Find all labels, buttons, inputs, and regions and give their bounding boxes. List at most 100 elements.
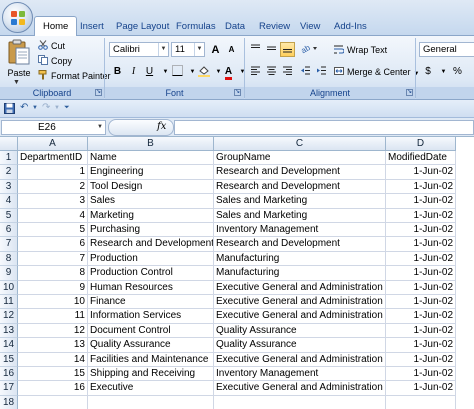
tab-data[interactable]: Data [217,18,253,36]
cell[interactable] [18,395,88,409]
currency-button[interactable]: $ [420,64,436,79]
cell[interactable]: Purchasing [88,223,214,238]
cell[interactable]: 1 [18,165,88,180]
copy-button[interactable]: Copy [38,54,72,68]
cell[interactable]: 13 [18,338,88,353]
row-header[interactable]: 10 [0,280,18,295]
cell[interactable]: Executive General and Administration [214,352,386,367]
row-header[interactable]: 1 [0,151,18,166]
tab-view[interactable]: View [292,18,328,36]
align-bottom-button[interactable] [280,42,295,57]
paste-dropdown-icon[interactable]: ▼ [13,79,20,86]
cell[interactable]: 1-Jun-02 [386,223,456,238]
cell[interactable]: 16 [18,381,88,396]
row-header[interactable]: 15 [0,352,18,367]
cell[interactable]: Quality Assurance [214,338,386,353]
cell[interactable]: Executive General and Administration [214,309,386,324]
shrink-font-button[interactable]: A [224,42,239,57]
cell[interactable]: 12 [18,323,88,339]
cell[interactable]: 1-Jun-02 [386,352,456,367]
cell[interactable]: 1-Jun-02 [386,266,456,281]
wrap-text-button[interactable]: Wrap Text [334,43,387,57]
font-name-combo[interactable]: Calibri ▼ [109,42,169,57]
cell[interactable]: 1-Jun-02 [386,251,456,267]
percent-button[interactable]: % [450,64,465,79]
cell[interactable]: Finance [88,295,214,310]
cell[interactable]: 1-Jun-02 [386,280,456,295]
row-header[interactable]: 2 [0,165,18,180]
cell[interactable]: GroupName [214,151,386,166]
cell[interactable]: 1-Jun-02 [386,338,456,353]
cell[interactable]: Facilities and Maintenance [88,352,214,367]
cell[interactable]: Manufacturing [214,266,386,281]
tab-add-ins[interactable]: Add-Ins [326,18,375,36]
cell[interactable]: 1-Jun-02 [386,194,456,209]
tab-home[interactable]: Home [34,16,78,37]
name-box[interactable]: E26 ▼ [1,120,106,135]
format-painter-button[interactable]: Format Painter [38,69,111,83]
cell[interactable]: Research and Development [214,179,386,195]
cell[interactable]: Research and Development [214,165,386,180]
cut-button[interactable]: Cut [38,39,65,53]
cell[interactable]: 1-Jun-02 [386,179,456,195]
row-header[interactable]: 13 [0,323,18,339]
align-center-button[interactable] [264,64,279,79]
undo-dropdown-icon[interactable]: ▼ [32,105,38,111]
underline-button[interactable]: U [142,64,157,79]
cell[interactable]: 1-Jun-02 [386,323,456,339]
cell[interactable]: Shipping and Receiving [88,367,214,382]
cell[interactable]: Inventory Management [214,223,386,238]
cell[interactable]: 1-Jun-02 [386,208,456,223]
borders-button[interactable] [170,64,185,79]
cell[interactable]: Name [88,151,214,166]
fill-color-button[interactable] [196,64,211,79]
row-header[interactable]: 5 [0,208,18,223]
cell[interactable]: 3 [18,194,88,209]
customize-qat-icon[interactable]: ⏷ [64,104,70,112]
cell[interactable]: 1-Jun-02 [386,165,456,180]
undo-icon[interactable]: ↶ [20,102,28,113]
row-header[interactable]: 12 [0,309,18,324]
clipboard-dialog-launcher-icon[interactable]: ↘ [95,89,102,96]
cell[interactable]: 1-Jun-02 [386,295,456,310]
cell[interactable]: Sales and Marketing [214,208,386,223]
cell[interactable]: Production [88,251,214,267]
italic-button[interactable]: I [126,64,141,79]
tab-page-layout[interactable]: Page Layout [108,18,177,36]
cell[interactable]: Research and Development [88,237,214,252]
insert-function-icon[interactable]: fx [157,121,166,132]
decrease-indent-button[interactable] [298,64,313,79]
row-header[interactable]: 8 [0,251,18,267]
cell[interactable]: Quality Assurance [88,338,214,353]
column-header-a[interactable]: A [18,137,88,151]
redo-icon[interactable]: ↷ [42,102,50,113]
cell[interactable] [88,395,214,409]
cell[interactable]: 1-Jun-02 [386,367,456,382]
increase-indent-button[interactable] [314,64,329,79]
cell[interactable] [214,395,386,409]
orientation-button[interactable]: ab [298,42,320,57]
cell[interactable]: 7 [18,251,88,267]
row-header[interactable]: 9 [0,266,18,281]
row-header[interactable]: 7 [0,237,18,252]
cell[interactable]: Executive General and Administration [214,381,386,396]
tab-formulas[interactable]: Formulas [168,18,224,36]
cell[interactable]: Document Control [88,323,214,339]
cell[interactable]: DepartmentID [18,151,88,166]
cell[interactable]: Human Resources [88,280,214,295]
font-dialog-launcher-icon[interactable]: ↘ [234,89,241,96]
cell[interactable]: ModifiedDate [386,151,456,166]
row-header[interactable]: 4 [0,194,18,209]
tab-insert[interactable]: Insert [72,18,112,36]
bold-button[interactable]: B [110,64,125,79]
cell[interactable]: 4 [18,208,88,223]
row-header[interactable]: 11 [0,295,18,310]
grow-font-button[interactable]: A [208,42,223,57]
number-format-combo[interactable]: General [419,42,474,57]
column-header-c[interactable]: C [214,137,386,151]
cell[interactable]: 1-Jun-02 [386,237,456,252]
cell[interactable]: 9 [18,280,88,295]
cell[interactable]: Research and Development [214,237,386,252]
align-left-button[interactable] [248,64,263,79]
redo-dropdown-icon[interactable]: ▼ [54,105,60,111]
